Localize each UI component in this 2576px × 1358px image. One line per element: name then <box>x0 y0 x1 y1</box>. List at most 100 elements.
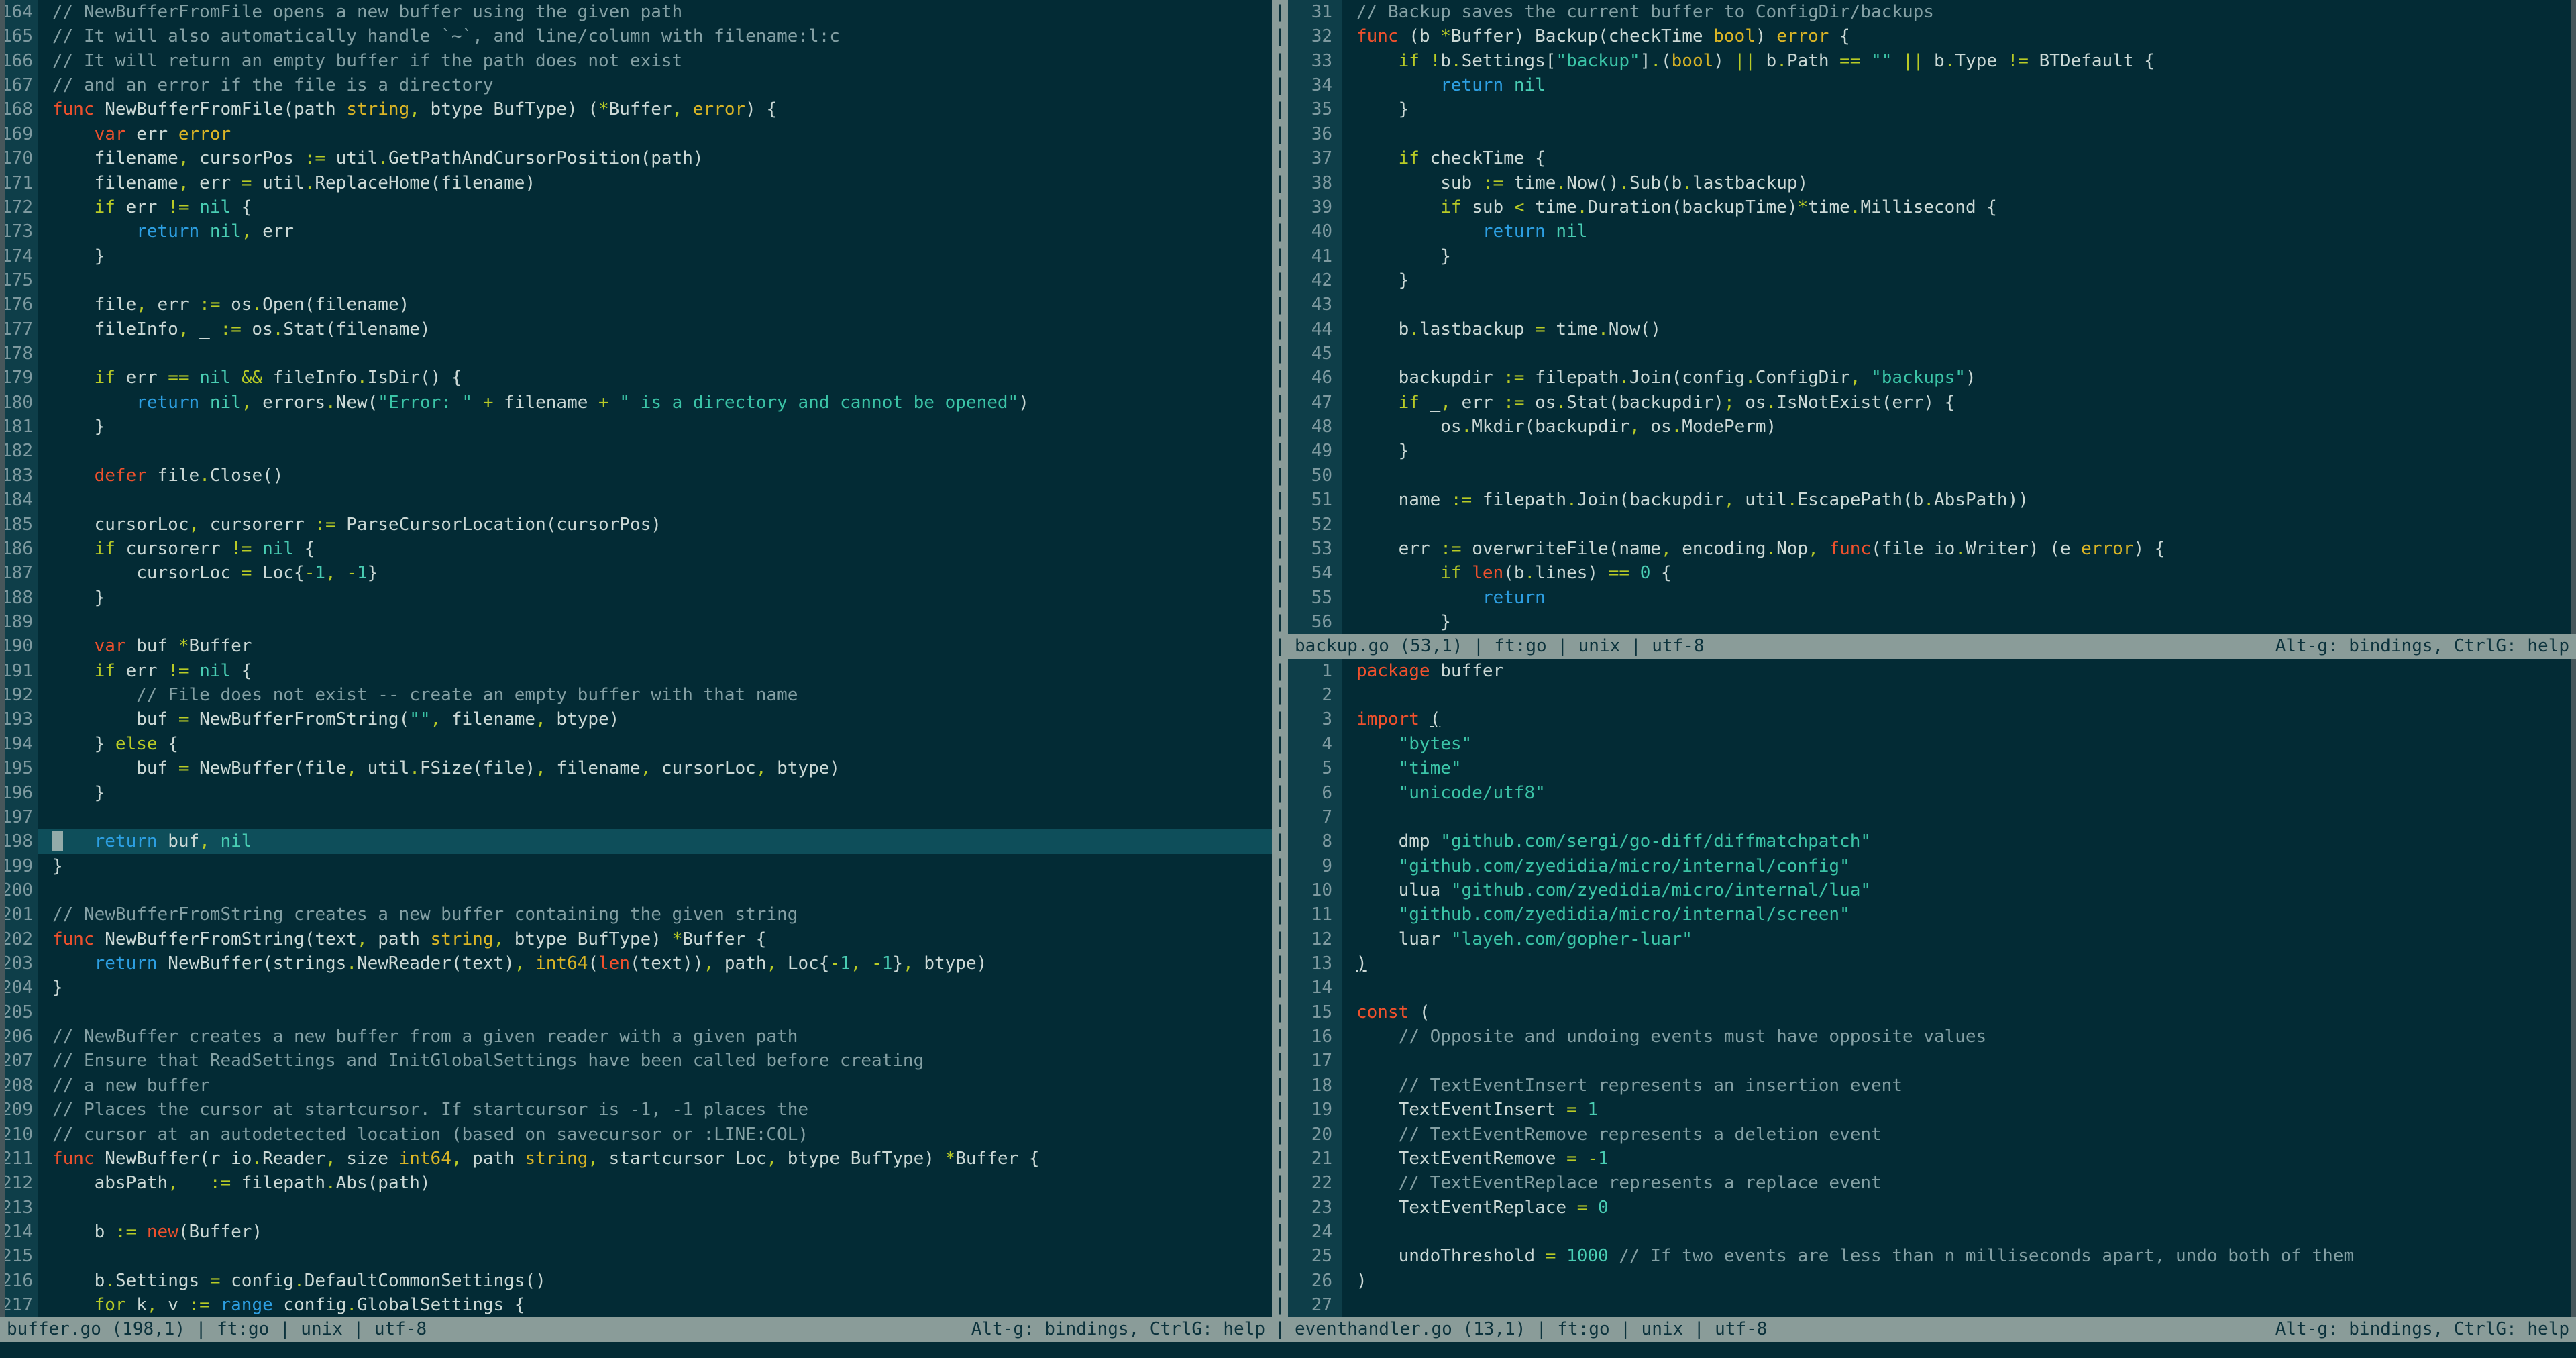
code-line[interactable]: 172 if err != nil { <box>0 195 1272 220</box>
code-line[interactable]: 19 TextEventInsert = 1 <box>1288 1098 2576 1122</box>
code-line[interactable]: 186 if cursorerr != nil { <box>0 536 1272 562</box>
code-line[interactable]: 173 return nil, err <box>0 219 1272 244</box>
code-line[interactable]: 36 <box>1288 121 2576 147</box>
code-line[interactable]: 170 filename, cursorPos := util.GetPathA… <box>0 146 1272 171</box>
code-line[interactable]: 39 if sub < time.Duration(backupTime)*ti… <box>1288 195 2576 220</box>
code-line[interactable]: 203 return NewBuffer(strings.NewReader(t… <box>0 951 1272 976</box>
code-line[interactable]: 164 // NewBufferFromFile opens a new buff… <box>0 0 1272 25</box>
code-line[interactable]: 18 // TextEventInsert represents an inse… <box>1288 1073 2576 1098</box>
code-line[interactable]: 217 for k, v := range config.GlobalSetti… <box>0 1293 1272 1318</box>
code-line[interactable]: 202 func NewBufferFromString(text, path s… <box>0 927 1272 952</box>
code-line[interactable]: 42 } <box>1288 268 2576 293</box>
code-line[interactable]: 13) <box>1288 951 2576 976</box>
code-line[interactable]: 184 <box>0 488 1272 513</box>
code-line[interactable]: 16 // Opposite and undoing events must h… <box>1288 1025 2576 1049</box>
code-line[interactable]: 189 <box>0 609 1272 635</box>
code-line[interactable]: 214 b := new(Buffer) <box>0 1219 1272 1245</box>
code-line[interactable]: 12 luar "layeh.com/gopher-luar" <box>1288 927 2576 952</box>
code-line[interactable]: 167 // and an error if the file is a dire… <box>0 73 1272 98</box>
code-line[interactable]: 44 b.lastbackup = time.Now() <box>1288 317 2576 342</box>
code-line[interactable]: 3 import ( <box>1288 707 2576 732</box>
code-line[interactable]: 210 // cursor at an autodetected location… <box>0 1122 1272 1147</box>
code-line[interactable]: 37 if checkTime { <box>1288 146 2576 171</box>
code-line[interactable]: 17 <box>1288 1049 2576 1074</box>
code-area-eventhandler-go[interactable]: 1 package buffer 2 3 import (4 "bytes" 5 "tim… <box>1288 658 2576 1318</box>
code-line[interactable]: 5 "time" <box>1288 756 2576 781</box>
code-line[interactable]: 40 return nil <box>1288 219 2576 244</box>
code-line[interactable]: 174 } <box>0 244 1272 268</box>
code-line[interactable]: 181 } <box>0 415 1272 439</box>
pane-buffer-go[interactable]: 164 // NewBufferFromFile opens a new buff… <box>0 0 1272 1342</box>
code-line[interactable]: 46 backupdir := filepath.Join(config.Con… <box>1288 366 2576 390</box>
code-line[interactable]: 190 var buf *Buffer <box>0 634 1272 659</box>
code-line[interactable]: 43 <box>1288 293 2576 317</box>
code-line[interactable]: 179 if err == nil && fileInfo.IsDir() { <box>0 366 1272 390</box>
code-line[interactable]: 9 "github.com/zyedidia/micro/internal/co… <box>1288 853 2576 878</box>
code-line[interactable]: 1 package buffer <box>1288 658 2576 684</box>
code-line[interactable]: 21 TextEventRemove = -1 <box>1288 1146 2576 1171</box>
code-line[interactable]: 215 <box>0 1244 1272 1269</box>
code-line[interactable]: 205 <box>0 1000 1272 1025</box>
code-line[interactable]: 204} <box>0 976 1272 1000</box>
code-line[interactable]: 4 "bytes" <box>1288 731 2576 757</box>
code-line[interactable]: 48 os.Mkdir(backupdir, os.ModePerm) <box>1288 415 2576 439</box>
code-line[interactable]: 20 // TextEventRemove represents a delet… <box>1288 1122 2576 1147</box>
code-line[interactable]: 15 const ( <box>1288 1000 2576 1025</box>
code-line[interactable]: 178 <box>0 342 1272 366</box>
code-line[interactable]: 191 if err != nil { <box>0 658 1272 684</box>
code-line[interactable]: 32 func (b *Buffer) Backup(checkTime bool… <box>1288 24 2576 49</box>
code-line[interactable]: 185 cursorLoc, cursorerr := ParseCursorL… <box>0 512 1272 537</box>
code-line[interactable]: 182 <box>0 439 1272 464</box>
code-area-backup-go[interactable]: 31 // Backup saves the current buffer to … <box>1288 0 2576 635</box>
code-line[interactable]: 193 buf = NewBufferFromString("", filena… <box>0 707 1272 732</box>
code-line[interactable]: 55 return <box>1288 585 2576 610</box>
code-line[interactable]: 199} <box>0 853 1272 878</box>
code-line[interactable]: 54 if len(b.lines) == 0 { <box>1288 561 2576 586</box>
code-line[interactable]: 53 err := overwriteFile(name, encoding.N… <box>1288 536 2576 562</box>
code-line[interactable]: 209 // Places the cursor at startcursor. … <box>0 1098 1272 1122</box>
code-line[interactable]: 168 func NewBufferFromFile(path string, b… <box>0 97 1272 122</box>
code-line[interactable]: 14 <box>1288 976 2576 1000</box>
code-line[interactable]: 188 } <box>0 585 1272 610</box>
code-line[interactable]: 213 <box>0 1195 1272 1220</box>
code-line[interactable]: 180 return nil, errors.New("Error: " + f… <box>0 390 1272 415</box>
code-line[interactable]: 31 // Backup saves the current buffer to … <box>1288 0 2576 25</box>
code-line[interactable]: 211 func NewBuffer(r io.Reader, size int6… <box>0 1146 1272 1171</box>
code-line[interactable]: 23 TextEventReplace = 0 <box>1288 1195 2576 1220</box>
command-bar[interactable] <box>0 1341 2576 1358</box>
code-area-buffer-go[interactable]: 164 // NewBufferFromFile opens a new buff… <box>0 0 1272 1318</box>
code-line[interactable]: 34 return nil <box>1288 73 2576 98</box>
code-line[interactable]: 33 if !b.Settings["backup"].(bool) || b.… <box>1288 48 2576 74</box>
code-line[interactable]: 194 } else { <box>0 731 1272 757</box>
code-line[interactable]: 196 } <box>0 780 1272 805</box>
code-line[interactable]: 49 } <box>1288 439 2576 464</box>
code-line[interactable]: 176 file, err := os.Open(filename) <box>0 293 1272 317</box>
code-line[interactable]: 26) <box>1288 1268 2576 1294</box>
code-line[interactable]: 24 <box>1288 1219 2576 1245</box>
code-line[interactable]: 171 filename, err = util.ReplaceHome(fil… <box>0 170 1272 195</box>
code-line[interactable]: 212 absPath, _ := filepath.Abs(path) <box>0 1171 1272 1196</box>
code-line[interactable]: 22 // TextEventReplace represents a repl… <box>1288 1171 2576 1196</box>
code-line[interactable]: 41 } <box>1288 244 2576 268</box>
code-line[interactable]: 197 <box>0 804 1272 830</box>
code-line[interactable]: 25 undoThreshold = 1000 // If two events… <box>1288 1244 2576 1269</box>
code-line[interactable]: 187 cursorLoc = Loc{-1, -1} <box>0 561 1272 586</box>
code-line[interactable]: 10 ulua "github.com/zyedidia/micro/inter… <box>1288 878 2576 903</box>
code-line[interactable]: 206 // NewBuffer creates a new buffer fro… <box>0 1025 1272 1049</box>
code-line[interactable]: 50 <box>1288 463 2576 488</box>
code-line[interactable]: 201 // NewBufferFromString creates a new … <box>0 902 1272 927</box>
code-line[interactable]: 7 <box>1288 804 2576 830</box>
code-line[interactable]: 47 if _, err := os.Stat(backupdir); os.I… <box>1288 390 2576 415</box>
code-line[interactable]: 165 // It will also automatically handle … <box>0 24 1272 49</box>
code-line[interactable]: 195 buf = NewBuffer(file, util.FSize(fil… <box>0 756 1272 781</box>
code-line[interactable]: 56 } <box>1288 609 2576 635</box>
code-line[interactable]: 11 "github.com/zyedidia/micro/internal/s… <box>1288 902 2576 927</box>
code-line[interactable]: 45 <box>1288 342 2576 366</box>
code-line[interactable]: 2 <box>1288 683 2576 708</box>
code-line[interactable]: 207 // Ensure that ReadSettings and InitG… <box>0 1049 1272 1074</box>
code-line[interactable]: 200 <box>0 878 1272 903</box>
code-line[interactable]: 52 <box>1288 512 2576 537</box>
code-line[interactable]: 8 dmp "github.com/sergi/go-diff/diffmatc… <box>1288 829 2576 854</box>
code-line[interactable]: 208 // a new buffer <box>0 1073 1272 1098</box>
code-line[interactable]: 175 <box>0 268 1272 293</box>
